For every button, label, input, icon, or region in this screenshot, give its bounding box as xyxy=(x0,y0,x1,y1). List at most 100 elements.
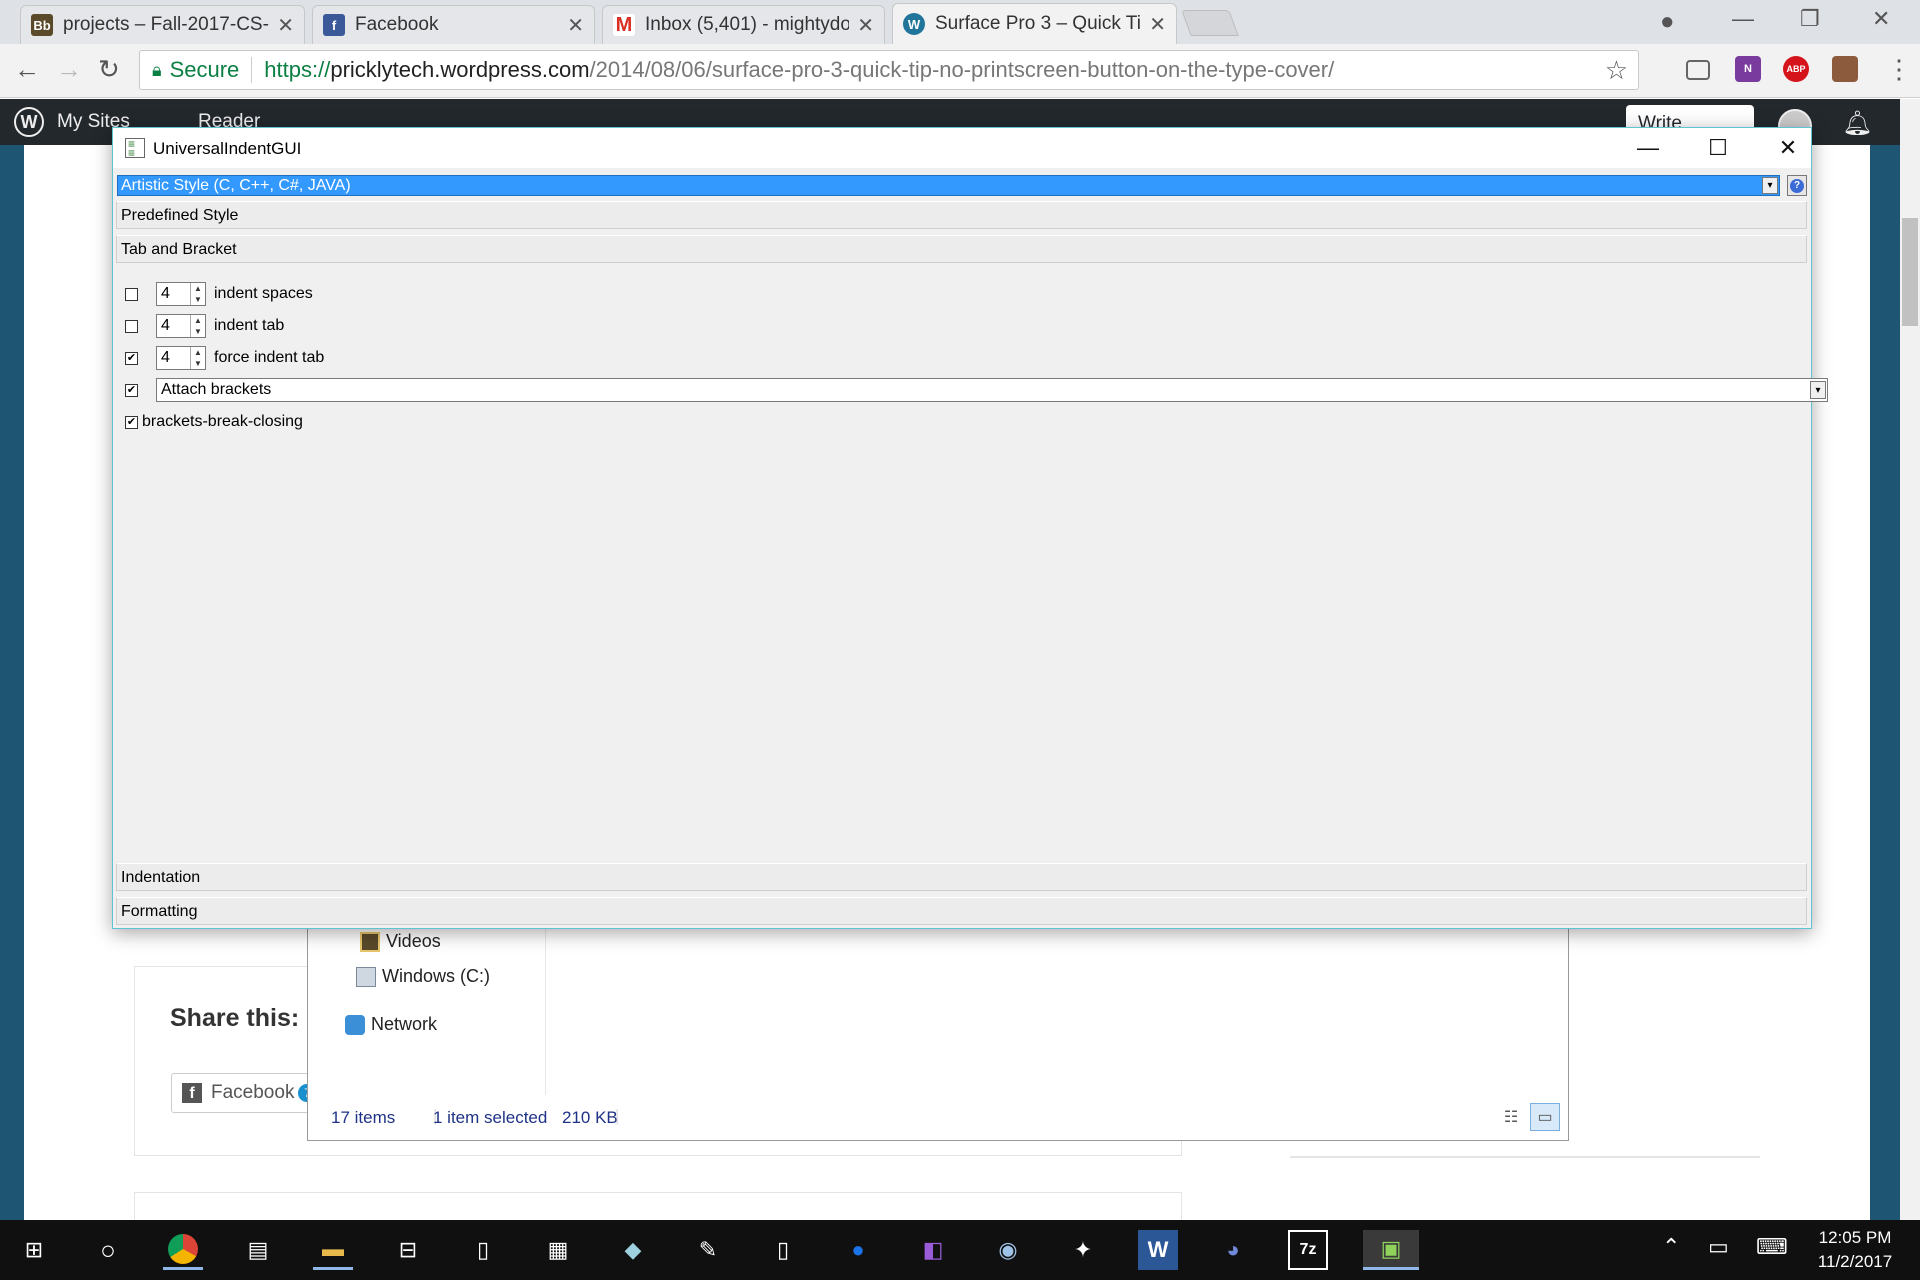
forward-icon[interactable]: → xyxy=(56,54,82,85)
section-indentation[interactable]: Indentation xyxy=(116,863,1807,891)
tree-item-network[interactable]: Network xyxy=(345,1014,437,1035)
tree-item-videos[interactable]: Videos xyxy=(360,931,441,952)
indenter-select[interactable]: Artistic Style (C, C++, C#, JAVA) ▾ xyxy=(117,175,1780,196)
blackboard-icon: Bb xyxy=(31,14,53,36)
steam-icon[interactable]: ◉ xyxy=(988,1230,1028,1270)
section-tab-and-bracket[interactable]: Tab and Bracket xyxy=(116,235,1807,263)
bracket-style-select[interactable]: Attach brackets ▾ xyxy=(156,378,1828,402)
keyboard-icon[interactable]: ⌨ xyxy=(1756,1234,1788,1260)
spinbox-value: 4 xyxy=(161,317,170,334)
menu-icon[interactable]: ⋮ xyxy=(1886,54,1912,85)
action-center-icon[interactable]: ▭ xyxy=(1708,1234,1729,1260)
notifications-icon[interactable]: 🔔︎ xyxy=(1842,109,1872,138)
adblock-plus-icon[interactable]: ABP xyxy=(1783,56,1809,82)
spinbox-arrows[interactable]: ▲ ▼ xyxy=(190,283,205,305)
start-icon[interactable]: ⊞ xyxy=(14,1230,54,1270)
indent-spaces-checkbox[interactable] xyxy=(125,287,138,301)
app-icon[interactable]: ▤ xyxy=(238,1230,278,1270)
visual-studio-icon[interactable]: ◧ xyxy=(913,1230,953,1270)
reload-icon[interactable]: ↻ xyxy=(98,54,120,85)
tab-gmail[interactable]: M Inbox (5,401) - mightydo ✕ xyxy=(602,5,885,44)
chevron-down-icon[interactable]: ▾ xyxy=(1762,177,1778,194)
new-tab-button[interactable] xyxy=(1181,10,1239,36)
restore-icon[interactable]: ❐ xyxy=(1800,6,1820,32)
divider xyxy=(251,57,253,83)
close-button[interactable]: ✕ xyxy=(1758,132,1818,164)
facebook-icon: f xyxy=(182,1083,202,1103)
title-bar[interactable]: ≡ ≡ UniversalIndentGUI — ☐ ✕ xyxy=(113,128,1811,168)
explorer-status-bar: 17 items | 1 item selected 210 KB | xyxy=(308,1106,1570,1141)
tab-close-icon[interactable]: ✕ xyxy=(1149,12,1166,37)
universalindentgui-icon[interactable]: ▣ xyxy=(1363,1230,1419,1270)
clock-time: 12:05 PM xyxy=(1818,1228,1892,1247)
minimize-icon[interactable]: — xyxy=(1732,6,1754,32)
onenote-icon[interactable]: N xyxy=(1735,56,1761,82)
indent-tab-checkbox[interactable] xyxy=(125,319,138,333)
section-formatting[interactable]: Formatting xyxy=(116,897,1807,925)
file-explorer-window: Videos Windows (C:) Network 17 items | 1… xyxy=(307,925,1569,1141)
tab-facebook[interactable]: f Facebook ✕ xyxy=(312,5,595,44)
window-title: UniversalIndentGUI xyxy=(153,139,302,158)
profile-icon[interactable]: ● xyxy=(1660,8,1675,36)
minimize-button[interactable]: — xyxy=(1618,132,1678,164)
cortana-icon[interactable]: ○ xyxy=(88,1230,128,1270)
document-icon[interactable]: ▯ xyxy=(763,1230,803,1270)
spinbox-arrows[interactable]: ▲ ▼ xyxy=(190,347,205,369)
maximize-button[interactable]: ☐ xyxy=(1688,132,1748,164)
details-view-icon[interactable]: ☷ xyxy=(1496,1103,1526,1131)
url-scheme: https:// xyxy=(264,57,331,82)
url-path: /2014/08/06/surface-pro-3-quick-tip-no-p… xyxy=(589,57,1335,82)
tab-title: projects – Fall-2017-CS-4 xyxy=(63,14,270,35)
taskbar-clock[interactable]: 12:05 PM 11/2/2017 xyxy=(1800,1226,1910,1274)
cast-icon[interactable] xyxy=(1686,60,1710,80)
wordpress-icon: W xyxy=(903,13,925,35)
tab-close-icon[interactable]: ✕ xyxy=(277,13,294,38)
spinbox-arrows[interactable]: ▲ ▼ xyxy=(190,315,205,337)
maps-icon[interactable]: ● xyxy=(838,1230,878,1270)
option-bracket-style: ✔ Attach brackets ▾ xyxy=(125,378,1828,402)
bracket-style-checkbox[interactable]: ✔ xyxy=(125,383,138,397)
indent-tab-spinbox[interactable]: 4 ▲ ▼ xyxy=(156,314,206,338)
clock-date: 11/2/2017 xyxy=(1817,1252,1893,1271)
brackets-break-closing-checkbox[interactable]: ✔ xyxy=(125,415,138,429)
app-icon[interactable]: ✎ xyxy=(688,1230,728,1270)
app-icon[interactable]: ◆ xyxy=(613,1230,653,1270)
chrome-icon[interactable] xyxy=(163,1230,203,1270)
divider: | xyxy=(615,1106,620,1125)
bookmark-star-icon[interactable]: ☆ xyxy=(1605,55,1628,86)
tab-surface-pro[interactable]: W Surface Pro 3 – Quick Tip ✕ xyxy=(892,3,1177,44)
app-icon[interactable]: ▦ xyxy=(538,1230,578,1270)
facebook-share-button[interactable]: f Facebook 7 xyxy=(171,1073,321,1113)
tab-close-icon[interactable]: ✕ xyxy=(857,13,874,38)
close-icon[interactable]: ✕ xyxy=(1872,6,1890,32)
file-explorer-icon[interactable]: ▬ xyxy=(313,1230,353,1270)
word-icon[interactable]: W xyxy=(1138,1230,1178,1270)
universalindentgui-window: ≡ ≡ UniversalIndentGUI — ☐ ✕ Artistic Sty… xyxy=(112,127,1828,929)
option-label: indent tab xyxy=(214,317,285,334)
gmail-icon: M xyxy=(613,14,635,36)
tab-close-icon[interactable]: ✕ xyxy=(567,13,584,38)
force-indent-tab-spinbox[interactable]: 4 ▲ ▼ xyxy=(156,346,206,370)
back-icon[interactable]: ← xyxy=(14,54,40,85)
discord-icon[interactable]: ◕ xyxy=(1213,1230,1253,1270)
tab-blackboard[interactable]: Bb projects – Fall-2017-CS-4 ✕ xyxy=(20,5,305,44)
browser-tab-strip: Bb projects – Fall-2017-CS-4 ✕ f Faceboo… xyxy=(0,0,1920,44)
7zip-icon[interactable]: 7z xyxy=(1288,1230,1328,1270)
page-scrollbar-thumb[interactable] xyxy=(1902,218,1918,326)
facebook-share-label: Facebook xyxy=(211,1082,295,1103)
address-bar[interactable]: 🔒︎ Secure https:// pricklytech.wordpress… xyxy=(139,50,1639,90)
profile-picture-icon[interactable] xyxy=(1832,56,1858,82)
show-hidden-icons-icon[interactable]: ⌃ xyxy=(1662,1234,1680,1260)
document-icon[interactable]: ▯ xyxy=(463,1230,503,1270)
force-indent-tab-checkbox[interactable]: ✔ xyxy=(125,351,138,365)
chevron-down-icon[interactable]: ▾ xyxy=(1810,381,1826,399)
indent-spaces-spinbox[interactable]: 4 ▲ ▼ xyxy=(156,282,206,306)
app-icon[interactable]: ✦ xyxy=(1063,1230,1103,1270)
item-count: 17 items xyxy=(331,1108,396,1127)
wordpress-logo-icon[interactable]: W xyxy=(14,107,44,137)
large-icons-view-icon[interactable]: ▭ xyxy=(1530,1103,1560,1131)
store-icon[interactable]: ⊟ xyxy=(388,1230,428,1270)
tree-item-windows-c[interactable]: Windows (C:) xyxy=(356,966,490,987)
section-predefined-style[interactable]: Predefined Style xyxy=(116,201,1807,229)
help-button[interactable]: ? xyxy=(1787,175,1807,196)
